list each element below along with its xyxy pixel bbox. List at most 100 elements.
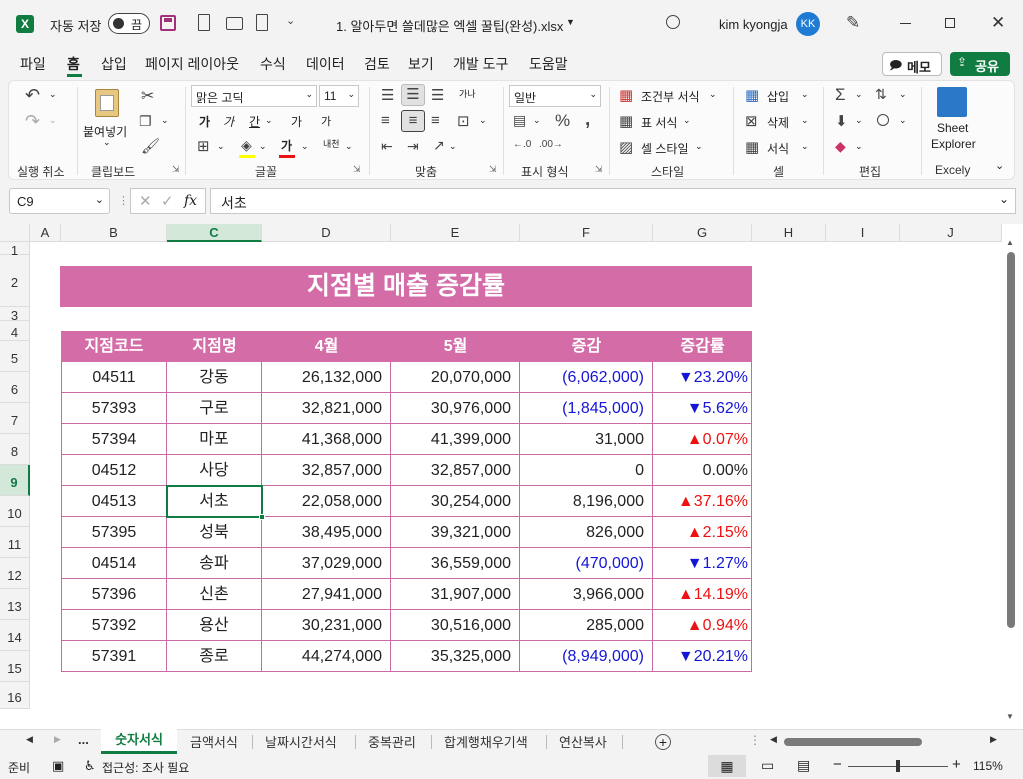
row-header[interactable]: 11 bbox=[0, 527, 30, 558]
column-header[interactable]: D bbox=[262, 224, 391, 242]
table-cell-rate[interactable]: ▲14.19% bbox=[653, 579, 752, 610]
table-cell-may[interactable]: 39,321,000 bbox=[391, 517, 520, 548]
row-header[interactable]: 10 bbox=[0, 496, 30, 527]
border-icon[interactable]: ⊞ bbox=[197, 137, 210, 155]
format-cells-icon[interactable]: ▦ bbox=[745, 138, 759, 156]
table-cell-rate[interactable]: ▼20.21% bbox=[653, 641, 752, 672]
tab-active[interactable]: 숫자서식 bbox=[101, 729, 177, 754]
column-header[interactable]: C bbox=[167, 224, 262, 242]
table-cell-may[interactable]: 36,559,000 bbox=[391, 548, 520, 579]
table-cell-apr[interactable]: 26,132,000 bbox=[262, 362, 391, 393]
table-cell-apr[interactable]: 32,821,000 bbox=[262, 393, 391, 424]
row-header[interactable]: 7 bbox=[0, 403, 30, 434]
table-cell-diff[interactable]: 8,196,000 bbox=[520, 486, 653, 517]
fill-icon[interactable]: ⬇ bbox=[835, 112, 848, 130]
vertical-scrollbar[interactable]: ▲ ▼ bbox=[1004, 236, 1018, 728]
table-header-cell[interactable]: 5월 bbox=[391, 331, 520, 362]
open-folder-icon[interactable] bbox=[226, 17, 243, 30]
table-cell-may[interactable]: 30,516,000 bbox=[391, 610, 520, 641]
sheet-explorer-label-line2[interactable]: Explorer bbox=[931, 137, 976, 151]
row-header[interactable]: 15 bbox=[0, 651, 30, 682]
table-cell-may[interactable]: 20,070,000 bbox=[391, 362, 520, 393]
zoom-in-icon[interactable]: + bbox=[952, 756, 961, 773]
column-header[interactable]: I bbox=[826, 224, 900, 242]
copy-icon[interactable]: ❐ bbox=[139, 113, 152, 130]
table-cell-code[interactable]: 57396 bbox=[61, 579, 167, 610]
table-cell-code[interactable]: 04514 bbox=[61, 548, 167, 579]
conditional-format-button[interactable]: 조건부 서식 bbox=[641, 88, 700, 105]
delete-cells-icon[interactable]: ⊠ bbox=[745, 112, 758, 130]
tab-page-layout[interactable]: 페이지 레이아웃 bbox=[145, 54, 239, 74]
table-cell-may[interactable]: 30,976,000 bbox=[391, 393, 520, 424]
chevron-down-icon[interactable]: ⌄ bbox=[801, 89, 809, 100]
table-cell-code[interactable]: 04513 bbox=[61, 486, 167, 517]
row-header[interactable]: 16 bbox=[0, 682, 30, 709]
percent-style-icon[interactable]: % bbox=[555, 111, 570, 131]
chevron-down-icon[interactable]: ⌄ bbox=[801, 115, 809, 126]
row-header[interactable]: 1 bbox=[0, 242, 30, 258]
row-header[interactable]: 12 bbox=[0, 558, 30, 589]
print-preview-icon[interactable] bbox=[256, 14, 268, 31]
table-cell-rate[interactable]: ▲2.15% bbox=[653, 517, 752, 548]
tab-view[interactable]: 보기 bbox=[408, 54, 434, 74]
table-cell-rate[interactable]: 0.00% bbox=[653, 455, 752, 486]
format-table-button[interactable]: 표 서식 bbox=[641, 114, 677, 131]
macro-record-icon[interactable]: ▣ bbox=[52, 758, 64, 774]
fill-color-icon[interactable]: ◈ bbox=[241, 137, 252, 154]
column-header[interactable]: H bbox=[752, 224, 826, 242]
font-launcher-icon[interactable]: ⇲ bbox=[353, 164, 361, 175]
alignment-launcher-icon[interactable]: ⇲ bbox=[489, 164, 497, 175]
insert-function-icon[interactable]: fx bbox=[184, 193, 197, 209]
tab-split-handle-icon[interactable]: ⋮ bbox=[749, 733, 761, 747]
table-cell-code[interactable]: 57395 bbox=[61, 517, 167, 548]
row-header[interactable]: 14 bbox=[0, 620, 30, 651]
table-cell-name[interactable]: 마포 bbox=[167, 424, 262, 455]
fill-dropdown-icon[interactable]: ⌄ bbox=[259, 141, 267, 152]
table-cell-rate[interactable]: ▲0.07% bbox=[653, 424, 752, 455]
row-header[interactable]: 6 bbox=[0, 372, 30, 403]
table-cell-diff[interactable]: 3,966,000 bbox=[520, 579, 653, 610]
column-header[interactable]: J bbox=[900, 224, 1002, 242]
avatar[interactable]: KK bbox=[796, 12, 820, 36]
italic-button[interactable]: 가 bbox=[223, 113, 234, 130]
designer-pen-icon[interactable]: ✎ bbox=[846, 13, 860, 33]
table-cell-name[interactable]: 사당 bbox=[167, 455, 262, 486]
table-cell-diff[interactable]: 0 bbox=[520, 455, 653, 486]
orientation-icon[interactable]: ↗ bbox=[433, 137, 445, 154]
fill-handle[interactable] bbox=[259, 514, 265, 520]
conditional-format-icon[interactable]: ▦ bbox=[619, 86, 633, 104]
undo-icon[interactable]: ↶ bbox=[25, 85, 40, 106]
number-format-select[interactable]: 일반 ⌄ bbox=[509, 85, 601, 107]
table-header-cell[interactable]: 증감 bbox=[520, 331, 653, 362]
new-file-icon[interactable] bbox=[198, 14, 210, 31]
copy-dropdown-icon[interactable]: ⌄ bbox=[161, 115, 169, 126]
border-dropdown-icon[interactable]: ⌄ bbox=[217, 141, 225, 152]
sheet-tab[interactable]: 날짜시간서식 bbox=[265, 732, 337, 751]
sheet-explorer-label-line1[interactable]: Sheet bbox=[937, 121, 968, 135]
customize-qat-icon[interactable]: ⌄ bbox=[286, 14, 295, 27]
sheet-tab[interactable]: 합계행채우기색 bbox=[444, 732, 528, 751]
redo-dropdown-icon[interactable]: ⌄ bbox=[49, 115, 57, 126]
format-table-icon[interactable]: ▦ bbox=[619, 112, 633, 130]
confirm-entry-icon[interactable]: ✓ bbox=[161, 192, 174, 210]
delete-cells-button[interactable]: 삭제 bbox=[767, 114, 789, 131]
cancel-entry-icon[interactable]: ✕ bbox=[139, 192, 152, 210]
paste-dropdown-icon[interactable]: ⌄ bbox=[103, 137, 111, 148]
scroll-down-icon[interactable]: ▼ bbox=[1006, 712, 1014, 721]
table-cell-apr[interactable]: 22,058,000 bbox=[262, 486, 391, 517]
name-box[interactable]: C9 ⌄ bbox=[9, 188, 110, 214]
scroll-tabs-left-icon[interactable]: ◀ bbox=[26, 734, 33, 745]
close-icon[interactable]: ✕ bbox=[991, 13, 1005, 33]
cell-styles-icon[interactable]: ▨ bbox=[619, 138, 633, 156]
table-cell-name[interactable]: 용산 bbox=[167, 610, 262, 641]
align-right-icon[interactable]: ≡ bbox=[431, 112, 440, 129]
cell-styles-button[interactable]: 셀 스타일 bbox=[641, 140, 689, 157]
table-cell-name[interactable]: 성북 bbox=[167, 517, 262, 548]
accounting-format-icon[interactable]: ▤ bbox=[513, 112, 526, 129]
sheet-explorer-icon[interactable] bbox=[937, 87, 967, 117]
chevron-down-icon[interactable]: ⌄ bbox=[855, 141, 863, 152]
chevron-down-icon[interactable]: ⌄ bbox=[801, 141, 809, 152]
phonetic-button[interactable]: 내천 bbox=[323, 137, 340, 150]
table-cell-diff[interactable]: (8,949,000) bbox=[520, 641, 653, 672]
increase-indent-icon[interactable]: ⇥ bbox=[407, 138, 419, 155]
